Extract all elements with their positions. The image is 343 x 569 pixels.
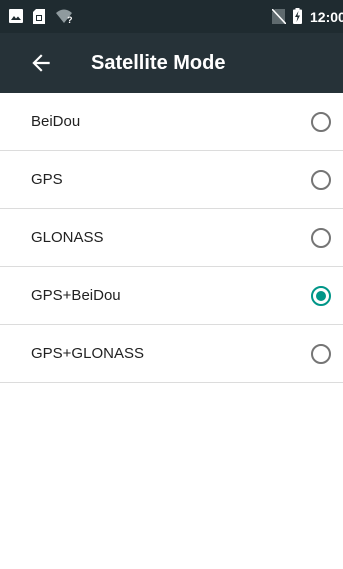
no-sim-icon (272, 9, 286, 24)
option-beidou[interactable]: BeiDou (0, 93, 343, 151)
radio-button[interactable] (311, 228, 331, 248)
toolbar: Satellite Mode (0, 33, 343, 93)
wifi-unknown-icon: ? (56, 9, 73, 23)
radio-button-selected[interactable] (311, 286, 331, 306)
svg-text:?: ? (67, 15, 73, 23)
option-gps-glonass[interactable]: GPS+GLONASS (0, 325, 343, 383)
page-title: Satellite Mode (91, 52, 226, 74)
option-label: GPS+GLONASS (31, 345, 144, 362)
option-glonass[interactable]: GLONASS (0, 209, 343, 267)
satellite-mode-list: BeiDou GPS GLONASS GPS+BeiDou GPS+GLONAS… (0, 93, 343, 383)
option-label: GPS+BeiDou (31, 287, 121, 304)
battery-charging-icon (293, 8, 302, 24)
image-icon (9, 9, 23, 23)
option-label: BeiDou (31, 113, 81, 130)
radio-button[interactable] (311, 112, 331, 132)
radio-button[interactable] (311, 170, 331, 190)
option-gps[interactable]: GPS (0, 151, 343, 209)
option-label: GPS (31, 171, 63, 188)
radio-button[interactable] (311, 344, 331, 364)
arrow-left-icon[interactable] (28, 50, 54, 76)
sim-icon (33, 9, 45, 24)
status-bar: ? 12:00 (0, 0, 343, 33)
option-gps-beidou[interactable]: GPS+BeiDou (0, 267, 343, 325)
option-label: GLONASS (31, 229, 104, 246)
status-time: 12:00 (310, 9, 343, 25)
